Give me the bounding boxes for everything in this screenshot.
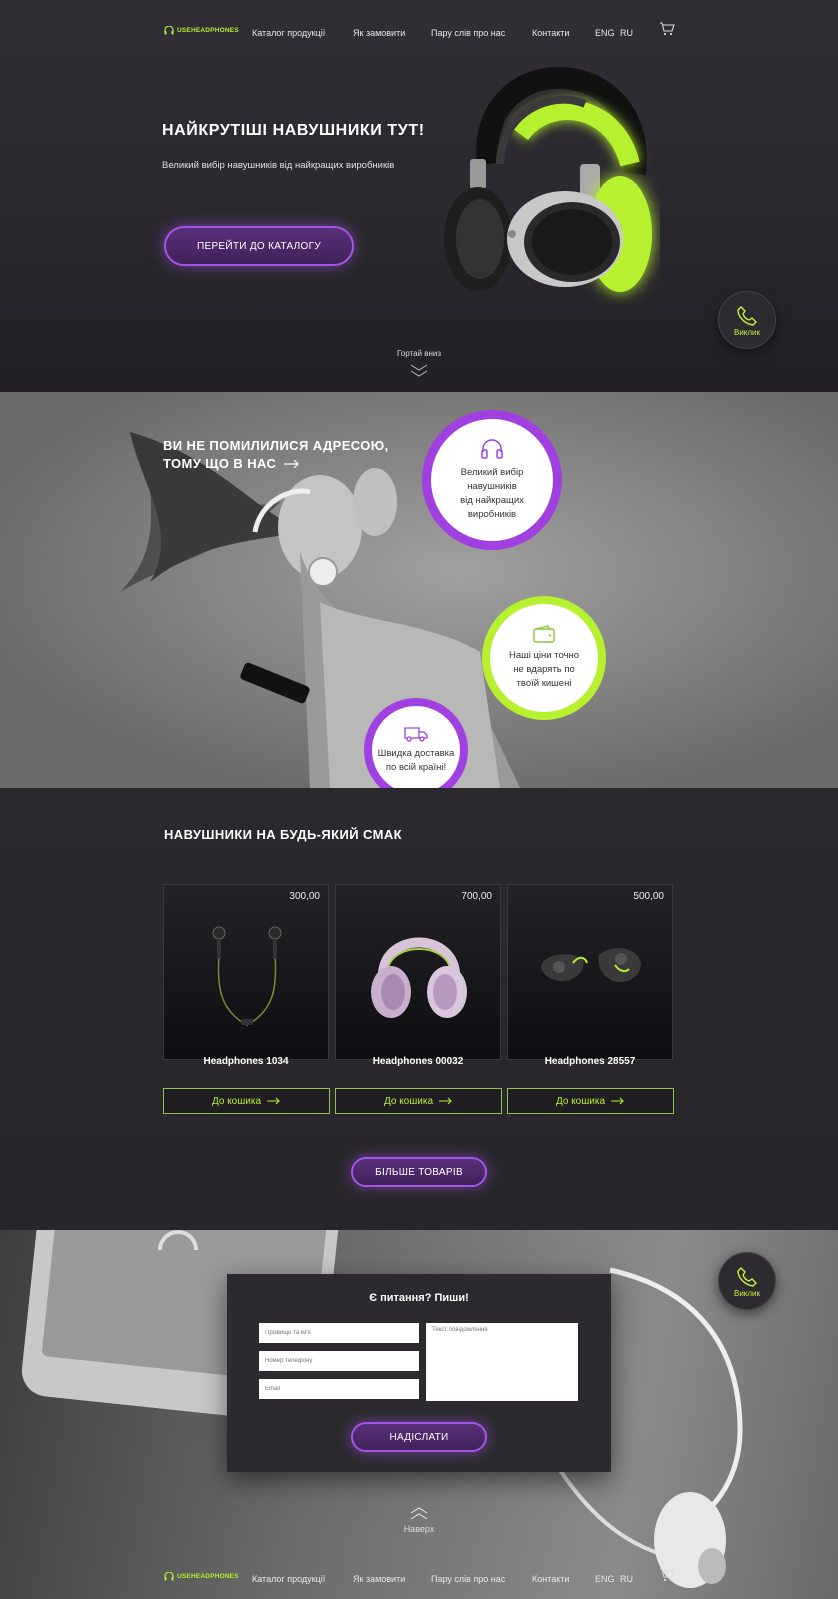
product-card[interactable]: 700,00 Headphones 00032 bbox=[335, 884, 501, 1067]
lang-eng-link[interactable]: ENG bbox=[595, 28, 615, 38]
product-name: Headphones 1034 bbox=[203, 1056, 289, 1067]
message-textarea[interactable] bbox=[426, 1323, 578, 1401]
product-card[interactable]: 500,00 Headphones 28557 bbox=[507, 884, 673, 1067]
back-to-top-label: Наверх bbox=[403, 1524, 435, 1534]
name-input[interactable] bbox=[259, 1323, 419, 1343]
submit-button[interactable]: НАДІСЛАТИ bbox=[351, 1422, 487, 1452]
about-title: ВИ НЕ ПОМИЛИЛИСЯ АДРЕСОЮ, ТОМУ ЩО В НАС bbox=[163, 437, 389, 473]
add-to-cart-label: До кошика bbox=[555, 1095, 606, 1107]
feature-text: твоїй кишені bbox=[516, 678, 572, 689]
logo-text: USEHEADPHONES bbox=[177, 1573, 239, 1580]
add-to-cart-button[interactable]: До кошика bbox=[335, 1088, 502, 1114]
cart-icon[interactable] bbox=[659, 22, 675, 36]
scroll-down-label: Гортай вниз bbox=[396, 349, 442, 358]
top-nav: USEHEADPHONES Каталог продукції Як замов… bbox=[0, 22, 838, 44]
chevron-down-icon bbox=[410, 364, 428, 377]
more-products-label: БІЛЬШЕ ТОВАРІВ bbox=[375, 1166, 463, 1178]
product-name: Headphones 00032 bbox=[372, 1056, 464, 1067]
call-label: Виклик bbox=[733, 327, 761, 337]
feature-text: Швидка доставка bbox=[377, 747, 455, 759]
contact-section: Виклик Є питання? Пиши! НАДІСЛАТИ Наверх… bbox=[0, 1230, 838, 1599]
nav-contacts-link[interactable]: Контакти bbox=[532, 1574, 569, 1584]
hero-subtitle: Великий вибір навушників від найкращих в… bbox=[162, 160, 395, 171]
hero-headphones-image bbox=[444, 66, 652, 292]
call-button[interactable]: Виклик bbox=[718, 291, 776, 349]
headphones-icon bbox=[481, 439, 503, 459]
call-label: Виклик bbox=[733, 1288, 761, 1298]
headphones-logo-icon bbox=[164, 26, 174, 35]
about-title-line1: ВИ НЕ ПОМИЛИЛИСЯ АДРЕСОЮ, bbox=[163, 438, 389, 453]
lang-ru-link[interactable]: RU bbox=[620, 1574, 633, 1584]
nav-contacts-link[interactable]: Контакти bbox=[532, 28, 569, 38]
page: USEHEADPHONES Каталог продукції Як замов… bbox=[0, 0, 838, 1599]
feature-text: навушників bbox=[467, 481, 517, 492]
product-card[interactable]: 300,00 Headphones 1034 bbox=[163, 884, 329, 1067]
add-to-cart-button[interactable]: До кошика bbox=[507, 1088, 674, 1114]
products-section: НАВУШНИКИ НА БУДЬ-ЯКИЙ СМАК 300,00 Headp… bbox=[0, 788, 838, 1230]
product-price: 300,00 bbox=[289, 891, 320, 902]
footer-nav: USEHEADPHONES Каталог продукції Як замов… bbox=[0, 1568, 838, 1590]
product-name: Headphones 28557 bbox=[544, 1056, 636, 1067]
about-title-line2: ТОМУ ЩО В НАС bbox=[163, 456, 277, 471]
cart-icon[interactable] bbox=[659, 1568, 675, 1582]
go-to-catalog-button[interactable]: ПЕРЕЙТИ ДО КАТАЛОГУ bbox=[164, 226, 354, 266]
wallet-icon bbox=[533, 625, 555, 643]
product-image-earphones bbox=[212, 926, 282, 1026]
feature-text: Великий вибір bbox=[460, 467, 524, 478]
about-section: ВИ НЕ ПОМИЛИЛИСЯ АДРЕСОЮ, ТОМУ ЩО В НАС … bbox=[0, 392, 838, 788]
hero-section: USEHEADPHONES Каталог продукції Як замов… bbox=[0, 0, 838, 392]
contact-form: Є питання? Пиши! НАДІСЛАТИ bbox=[227, 1274, 611, 1472]
feature-text: Наші ціни точно bbox=[508, 650, 580, 661]
product-image-wireless-earbuds bbox=[541, 948, 641, 983]
arrow-right-icon bbox=[439, 1097, 452, 1105]
product-price: 700,00 bbox=[461, 891, 492, 902]
nav-how-to-order-link[interactable]: Як замовити bbox=[353, 28, 405, 38]
arrow-right-icon bbox=[284, 459, 300, 469]
nav-about-link[interactable]: Пару слів про нас bbox=[431, 1574, 505, 1584]
email-input[interactable] bbox=[259, 1379, 419, 1399]
delivery-truck-icon bbox=[404, 726, 428, 742]
feature-text: від найкращих bbox=[460, 495, 524, 506]
hero-title: НАЙКРУТІШІ НАВУШНИКИ ТУТ! bbox=[162, 122, 425, 139]
call-button[interactable]: Виклик bbox=[718, 1252, 776, 1310]
phone-input[interactable] bbox=[259, 1351, 419, 1371]
back-to-top[interactable]: Наверх bbox=[0, 1506, 838, 1534]
feature-text: по всій країні! bbox=[385, 761, 447, 773]
feature-low-prices: Наші ціни точно не вдарять по твоїй кише… bbox=[482, 596, 606, 720]
logo[interactable]: USEHEADPHONES bbox=[164, 1572, 239, 1581]
lang-eng-link[interactable]: ENG bbox=[595, 1574, 615, 1584]
scroll-down[interactable]: Гортай вниз bbox=[0, 349, 838, 380]
arrow-right-icon bbox=[267, 1097, 280, 1105]
phone-icon bbox=[737, 305, 757, 326]
nav-catalog-link[interactable]: Каталог продукції bbox=[252, 28, 325, 38]
nav-about-link[interactable]: Пару слів про нас bbox=[431, 28, 505, 38]
submit-label: НАДІСЛАТИ bbox=[389, 1431, 449, 1443]
products-title: НАВУШНИКИ НА БУДЬ-ЯКИЙ СМАК bbox=[164, 827, 402, 842]
logo-text: USEHEADPHONES bbox=[177, 27, 239, 34]
go-to-catalog-label: ПЕРЕЙТИ ДО КАТАЛОГУ bbox=[197, 240, 321, 252]
more-products-button[interactable]: БІЛЬШЕ ТОВАРІВ bbox=[351, 1157, 487, 1187]
feature-text: не вдарять по bbox=[513, 664, 575, 675]
arrow-right-icon bbox=[611, 1097, 624, 1105]
add-to-cart-label: До кошика bbox=[211, 1095, 262, 1107]
feature-text: виробників bbox=[467, 509, 517, 520]
nav-catalog-link[interactable]: Каталог продукції bbox=[252, 1574, 325, 1584]
feature-wide-choice: Великий вибір навушників від найкращих в… bbox=[422, 410, 562, 550]
headphones-logo-icon bbox=[164, 1572, 174, 1581]
product-price: 500,00 bbox=[633, 891, 664, 902]
nav-how-to-order-link[interactable]: Як замовити bbox=[353, 1574, 405, 1584]
add-to-cart-label: До кошика bbox=[383, 1095, 434, 1107]
product-image-pink-headphones bbox=[371, 937, 467, 1018]
logo[interactable]: USEHEADPHONES bbox=[164, 26, 239, 35]
add-to-cart-button[interactable]: До кошика bbox=[163, 1088, 330, 1114]
phone-icon bbox=[737, 1266, 757, 1287]
contact-form-title: Є питання? Пиши! bbox=[369, 1292, 469, 1304]
lang-ru-link[interactable]: RU bbox=[620, 28, 633, 38]
chevron-up-icon bbox=[410, 1507, 428, 1520]
